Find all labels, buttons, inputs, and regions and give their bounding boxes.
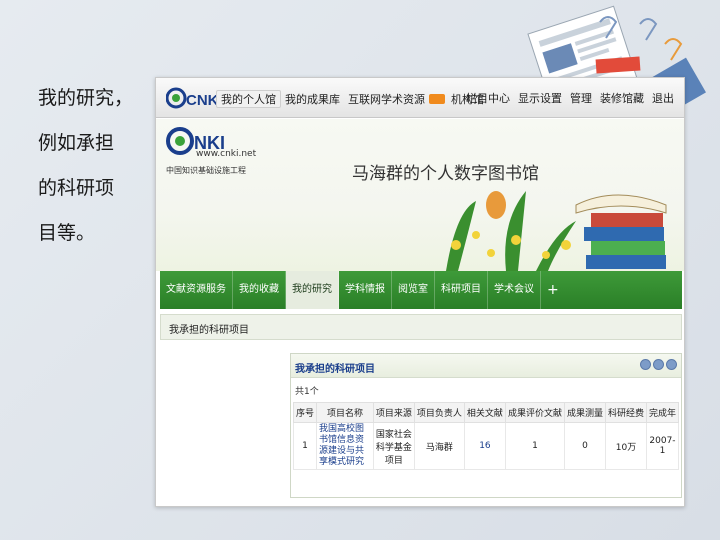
panel-controls [638,359,677,370]
cnki-subtitle: 中国知识基础设施工程 [166,166,246,175]
topnav-my-library[interactable]: 我的个人馆 [216,90,281,108]
caption-line: 目等。 [38,222,96,244]
col-index: 序号 [292,402,318,423]
top-links: 栏目中心 显示设置 管理 装修馆藏 退出 [462,90,678,106]
col-eval-docs: 成果评价文献 [504,402,565,423]
slide-caption: 我的研究， 例如承担 的科研项 目等。 [38,76,153,256]
caption-line: 我的研究， [38,87,134,109]
cell-measure: 0 [563,422,606,470]
cnki-url: www.cnki.net [196,149,257,159]
cell-source: 国家社会科学基金项目 [372,422,415,470]
cell-docs-link[interactable]: 16 [463,422,506,470]
link-manage[interactable]: 管理 [566,90,596,106]
nav-my-favorites[interactable]: 我的收藏 [233,271,286,309]
col-measure: 成果测量 [563,402,606,423]
nav-literature-services[interactable]: 文献资源服务 [160,271,233,309]
col-docs: 相关文献 [463,402,506,423]
projects-table: 序号 项目名称 项目来源 项目负责人 相关文献 成果评价文献 成果测量 科研经费… [292,402,680,470]
top-nav: 我的个人馆 我的成果库 互联网学术资源 机构馆 [216,90,488,108]
projects-panel: 我承担的科研项目 共1个 序号 项目名称 项目来源 项目负责人 相关文献 成果评… [290,353,682,498]
table-header-row: 序号 项目名称 项目来源 项目负责人 相关文献 成果评价文献 成果测量 科研经费… [292,402,680,423]
library-banner: NKI www.cnki.net 中国知识基础设施工程 马海群的个人数字图书馆 [156,119,684,271]
main-nav: 文献资源服务 我的收藏 我的研究 学科情报 阅览室 科研项目 学术会议 + [160,271,682,309]
project-count: 共1个 [295,387,319,397]
col-source: 项目来源 [372,402,415,423]
settings-icon[interactable] [653,359,664,370]
link-column-center[interactable]: 栏目中心 [462,90,514,106]
nav-reading-room[interactable]: 阅览室 [392,271,435,309]
cell-eval-docs: 1 [504,422,565,470]
collapse-icon[interactable] [666,359,677,370]
table-row: 1 我国高校图书馆信息资源建设与共享模式研究 国家社会科学基金项目 马海群 16… [292,422,680,470]
topnav-internet-resources[interactable]: 互联网学术资源 [344,91,429,107]
new-badge-icon [429,94,445,104]
col-year: 完成年 [645,402,680,423]
caption-line: 例如承担 [38,132,115,154]
logo-text: CNKI [186,92,218,109]
section-title: 我承担的科研项目 [169,325,249,336]
top-bar: CNKI 我的个人馆 我的成果库 互联网学术资源 机构馆 栏目中心 显示设置 管… [156,78,684,118]
refresh-icon[interactable] [640,359,651,370]
topnav-my-results[interactable]: 我的成果库 [281,91,344,107]
caption-line: 的科研项 [38,177,115,199]
books-flowers-illustration [446,191,667,271]
add-tab-button[interactable]: + [541,282,565,298]
link-display-settings[interactable]: 显示设置 [514,90,566,106]
link-logout[interactable]: 退出 [648,90,678,106]
cnki-screenshot: CNKI 我的个人馆 我的成果库 互联网学术资源 机构馆 栏目中心 显示设置 管… [155,77,685,507]
cell-year: 2007-1 [645,422,680,470]
cell-index: 1 [292,422,318,470]
col-leader: 项目负责人 [413,402,465,423]
nav-subject-intelligence[interactable]: 学科情报 [339,271,392,309]
cell-project-name-link[interactable]: 我国高校图书馆信息资源建设与共享模式研究 [316,422,374,470]
content-area: 我承担的科研项目 共1个 序号 项目名称 项目来源 项目负责人 相关文献 成果评… [160,343,682,506]
cell-leader: 马海群 [413,422,465,470]
panel-header: 我承担的科研项目 [291,354,681,378]
cell-funding: 10万 [604,422,647,470]
nav-research-projects[interactable]: 科研项目 [435,271,488,309]
panel-title: 我承担的科研项目 [295,364,375,375]
link-decorate[interactable]: 装修馆藏 [596,90,648,106]
cnki-logo-icon: CNKI [166,87,218,109]
section-bar: 我承担的科研项目 [160,314,682,340]
nav-academic-conferences[interactable]: 学术会议 [488,271,541,309]
col-funding: 科研经费 [604,402,647,423]
nav-my-research[interactable]: 我的研究 [286,271,339,309]
col-name: 项目名称 [316,402,374,423]
